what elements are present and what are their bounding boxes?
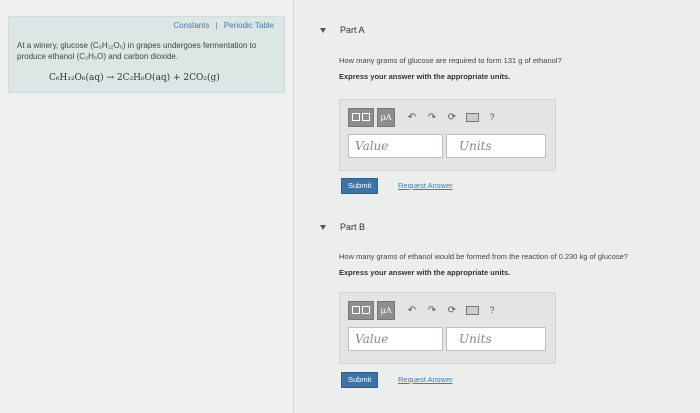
- part-b-submit-button[interactable]: Submit: [341, 372, 379, 388]
- part-b-title[interactable]: Part B: [340, 222, 365, 232]
- part-b-question: How many grams of ethanol would be forme…: [339, 252, 628, 261]
- part-b-collapse-icon[interactable]: [320, 225, 326, 230]
- part-a-toolbar: μA ↶ ↷ ⟳ ?: [348, 107, 502, 127]
- templates-button[interactable]: [348, 107, 374, 127]
- redo-icon[interactable]: ↷: [422, 109, 442, 126]
- part-b-answer-box: μA ↶ ↷ ⟳ ? Value Units: [339, 292, 556, 364]
- units-symbol-button[interactable]: μA: [377, 300, 395, 320]
- undo-icon[interactable]: ↶: [402, 302, 422, 319]
- problem-intro: At a winery, glucose (C₆H₁₂O₆) in grapes…: [17, 41, 257, 61]
- constants-link[interactable]: Constants: [173, 21, 209, 30]
- reaction-equation: C₆H₁₂O₆(aq) → 2C₂H₆O(aq) + 2CO₂(g): [49, 73, 220, 83]
- part-a-collapse-icon[interactable]: [320, 28, 326, 33]
- help-icon[interactable]: ?: [482, 302, 502, 319]
- part-a-answer-box: μA ↶ ↷ ⟳ ? Value Units: [339, 99, 556, 171]
- panel-divider: [293, 0, 294, 413]
- templates-button[interactable]: [348, 300, 374, 320]
- keyboard-icon[interactable]: [462, 302, 482, 319]
- template-icon: [352, 113, 360, 121]
- link-separator: |: [215, 21, 218, 30]
- part-a-units-input[interactable]: Units: [446, 134, 546, 158]
- undo-icon[interactable]: ↶: [402, 109, 422, 126]
- part-a-value-input[interactable]: Value: [348, 134, 443, 158]
- part-a-instruction: Express your answer with the appropriate…: [339, 72, 511, 81]
- part-a-question: How many grams of glucose are required t…: [339, 56, 562, 65]
- redo-icon[interactable]: ↷: [422, 302, 442, 319]
- part-b-value-input[interactable]: Value: [348, 327, 443, 351]
- problem-panel: Constants | Periodic Table At a winery, …: [0, 0, 292, 413]
- help-icon[interactable]: ?: [482, 109, 502, 126]
- reset-icon[interactable]: ⟳: [442, 302, 462, 319]
- part-b-instruction: Express your answer with the appropriate…: [339, 268, 511, 277]
- template-icon: [362, 306, 370, 314]
- periodic-table-link[interactable]: Periodic Table: [224, 21, 274, 30]
- units-symbol-button[interactable]: μA: [377, 107, 395, 127]
- part-a-title[interactable]: Part A: [340, 25, 365, 35]
- keyboard-icon[interactable]: [462, 109, 482, 126]
- part-a-request-answer-link[interactable]: Request Answer: [398, 181, 453, 190]
- part-b-units-input[interactable]: Units: [446, 327, 546, 351]
- template-icon: [362, 113, 370, 121]
- reference-links: Constants | Periodic Table: [173, 21, 274, 30]
- part-b-toolbar: μA ↶ ↷ ⟳ ?: [348, 300, 502, 320]
- reset-icon[interactable]: ⟳: [442, 109, 462, 126]
- part-b-request-answer-link[interactable]: Request Answer: [398, 375, 453, 384]
- part-a-submit-button[interactable]: Submit: [341, 178, 379, 194]
- problem-info-box: Constants | Periodic Table At a winery, …: [8, 16, 285, 93]
- template-icon: [352, 306, 360, 314]
